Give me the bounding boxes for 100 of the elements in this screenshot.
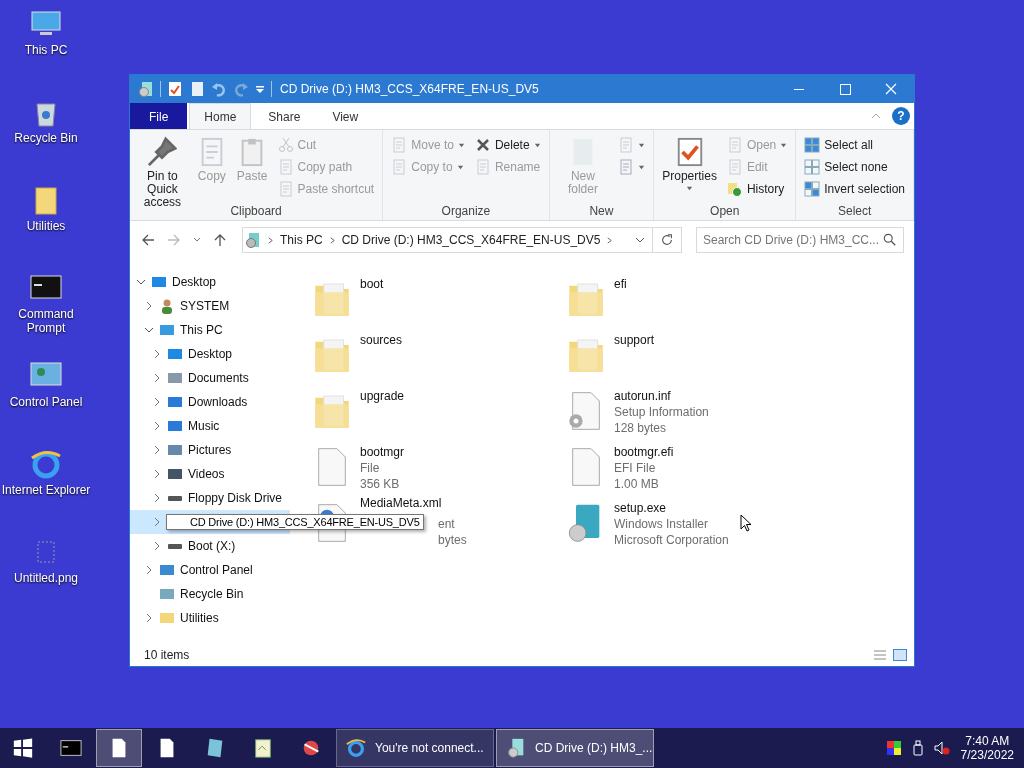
chevron-right-icon[interactable] bbox=[152, 493, 162, 503]
up-arrow-icon[interactable] bbox=[212, 232, 228, 248]
clock-time[interactable]: 7:40 AM bbox=[965, 734, 1010, 748]
shortcut-icon bbox=[277, 181, 294, 197]
file-name[interactable]: boot bbox=[360, 277, 384, 291]
chevron-right-icon[interactable] bbox=[152, 541, 162, 551]
tree-item[interactable]: Videos bbox=[130, 462, 290, 486]
item-icon bbox=[167, 466, 183, 482]
user-icon bbox=[159, 298, 175, 314]
ribbon-button[interactable]: Properties bbox=[658, 134, 721, 202]
undo-icon[interactable] bbox=[211, 81, 227, 97]
ribbon-button[interactable]: History bbox=[722, 178, 792, 200]
refresh-button[interactable] bbox=[653, 227, 682, 253]
chevron-right-icon[interactable] bbox=[267, 236, 274, 244]
ribbon-button[interactable]: Delete bbox=[470, 134, 545, 156]
ribbon-tab[interactable]: Home bbox=[189, 103, 252, 129]
ribbon-button[interactable]: Invert selection bbox=[800, 178, 909, 200]
desktop-icon-label: Command Prompt bbox=[17, 307, 75, 335]
chevron-right-icon[interactable] bbox=[152, 349, 162, 359]
properties-icon[interactable] bbox=[167, 81, 183, 97]
large-icons-view-icon[interactable] bbox=[892, 646, 908, 663]
new-item-icon bbox=[618, 137, 635, 153]
tree-item[interactable]: Boot (X:) bbox=[130, 534, 290, 558]
file-name[interactable]: upgrade bbox=[360, 389, 405, 403]
chevron-right-icon[interactable] bbox=[606, 236, 614, 244]
help-button[interactable]: ? bbox=[892, 107, 910, 125]
file-detail: Microsoft Corporation bbox=[614, 533, 729, 547]
breadcrumb[interactable]: CD Drive (D:) HM3_CCS_X64FRE_EN-US_DV5 bbox=[341, 233, 601, 247]
chevron-right-icon[interactable] bbox=[144, 613, 154, 623]
item-icon bbox=[167, 442, 183, 458]
file-name[interactable]: sources bbox=[360, 333, 403, 347]
tree-item[interactable]: Desktop bbox=[130, 342, 290, 366]
chevron-down-icon[interactable] bbox=[136, 277, 146, 287]
ribbon-button[interactable]: Select all bbox=[800, 134, 909, 156]
item-icon bbox=[167, 370, 183, 386]
chevron-right-icon[interactable] bbox=[152, 397, 162, 407]
tree-item[interactable]: SYSTEM bbox=[130, 294, 290, 318]
chevron-right-icon[interactable] bbox=[144, 301, 154, 311]
tree-item[interactable]: Pictures bbox=[130, 438, 290, 462]
open-icon bbox=[726, 137, 743, 153]
tree-label: Utilities bbox=[180, 611, 219, 625]
item-count: 10 items bbox=[144, 647, 190, 662]
chevron-down-icon[interactable] bbox=[144, 325, 154, 335]
chevron-right-icon[interactable] bbox=[328, 236, 336, 244]
search-field[interactable]: Search CD Drive (D:) HM3_CC... bbox=[696, 227, 904, 253]
file-name[interactable]: bootmgr.efi bbox=[614, 445, 674, 459]
console-icon bbox=[60, 737, 82, 759]
breadcrumb[interactable]: This PC bbox=[280, 233, 323, 247]
tree-item[interactable]: Desktop bbox=[130, 270, 290, 294]
ribbon-group-label: Open bbox=[709, 204, 741, 218]
back-icon[interactable] bbox=[140, 232, 156, 248]
file-detail: bytes bbox=[438, 533, 467, 547]
browser-icon[interactable] bbox=[30, 448, 62, 480]
file-detail: Setup Information bbox=[614, 405, 709, 419]
chevron-right-icon[interactable] bbox=[152, 517, 162, 527]
chevron-right-icon[interactable] bbox=[152, 373, 162, 383]
chevron-right-icon[interactable] bbox=[152, 421, 162, 431]
ribbon-group-label: Clipboard bbox=[229, 204, 283, 218]
file-name[interactable]: MediaMeta.xml bbox=[360, 496, 467, 510]
ribbon-group-label: New bbox=[588, 204, 615, 218]
address-bar[interactable]: This PC CD Drive (D:) HM3_CCS_X64FRE_EN-US_DV5 bbox=[242, 227, 653, 253]
file-detail: 128 bytes bbox=[614, 421, 668, 435]
ribbon-tab[interactable]: Share bbox=[253, 103, 316, 129]
file-name[interactable]: bootmgr bbox=[360, 445, 405, 459]
refresh-icon bbox=[660, 233, 674, 247]
tree-item[interactable]: Music bbox=[130, 414, 290, 438]
tree-item[interactable]: Control Panel bbox=[130, 558, 290, 582]
window-title: CD Drive (D:) HM3_CCS_X64FRE_EN-US_DV5 bbox=[280, 82, 539, 96]
file-name[interactable]: autorun.inf bbox=[614, 389, 709, 403]
color-icon[interactable] bbox=[885, 740, 902, 756]
tree-item[interactable]: This PC bbox=[130, 318, 290, 342]
file-menu-tab[interactable]: File bbox=[130, 103, 188, 129]
taskbar-window-button[interactable]: CD Drive (D:) HM3_... bbox=[496, 729, 654, 767]
tree-item[interactable]: Floppy Disk Drive bbox=[130, 486, 290, 510]
desktop-icon-label: Control Panel bbox=[9, 395, 83, 409]
taskbar-window-button[interactable]: You're not connect... bbox=[336, 729, 494, 767]
tree-item[interactable]: Documents bbox=[130, 366, 290, 390]
chevron-right-icon[interactable] bbox=[152, 469, 162, 479]
history-icon bbox=[726, 181, 743, 197]
file-detail: File bbox=[360, 461, 381, 475]
document-icon[interactable] bbox=[189, 81, 205, 97]
select-none-icon bbox=[804, 159, 821, 175]
ribbon-group-label: Organize bbox=[440, 204, 492, 218]
muted-speaker-icon[interactable] bbox=[933, 740, 950, 756]
taskbar-app-button[interactable] bbox=[96, 729, 142, 767]
disc-drive-icon bbox=[138, 81, 154, 97]
desktop-icon-label: Untitled.png bbox=[13, 571, 78, 585]
tree-item[interactable]: Downloads bbox=[130, 390, 290, 414]
chevron-right-icon[interactable] bbox=[152, 445, 162, 455]
file-name[interactable]: support bbox=[614, 333, 655, 347]
tree-item[interactable]: Utilities bbox=[130, 606, 290, 630]
item-icon bbox=[167, 346, 183, 362]
ribbon-button[interactable]: Select none bbox=[800, 156, 909, 178]
file-name[interactable]: efi bbox=[614, 277, 627, 291]
clock-date[interactable]: 7/23/2022 bbox=[960, 748, 1014, 762]
ribbon-tab[interactable]: View bbox=[317, 103, 374, 129]
tree-item[interactable]: Recycle Bin bbox=[130, 582, 290, 606]
file-name[interactable]: setup.exe bbox=[614, 501, 729, 515]
chevron-right-icon[interactable] bbox=[144, 565, 154, 575]
dropdown-icon[interactable] bbox=[255, 84, 265, 94]
